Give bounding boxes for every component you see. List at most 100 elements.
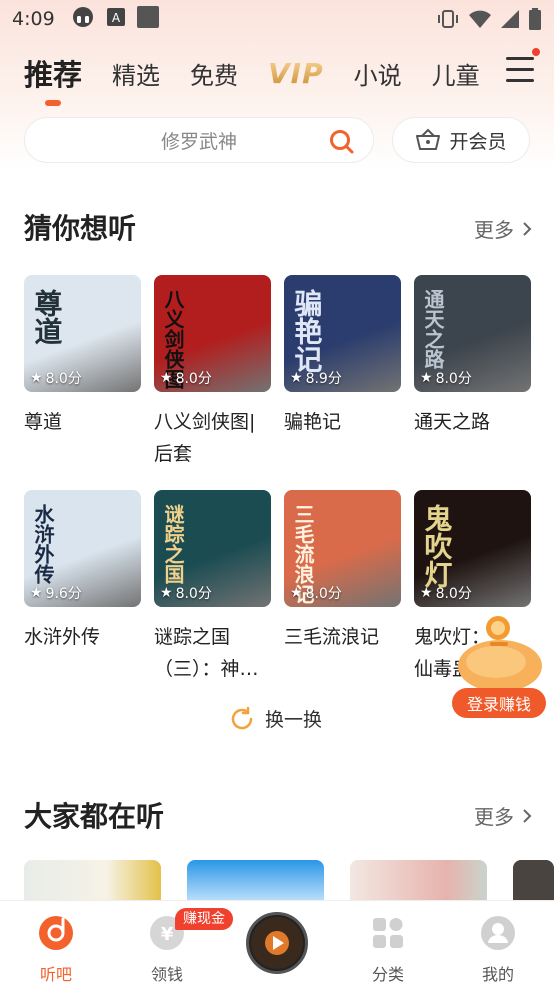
star-icon: ★ <box>30 585 43 601</box>
popular-book-cover-3[interactable] <box>350 860 487 902</box>
tab-children[interactable]: 儿童 <box>432 56 480 91</box>
headset-notification-icon <box>71 6 95 33</box>
star-icon: ★ <box>290 585 303 601</box>
refresh-icon <box>231 706 253 729</box>
popular-book-cover-2[interactable] <box>187 860 324 902</box>
book-title[interactable]: 谜踪之国 （三）：神… <box>154 621 271 685</box>
book-rating: ★ 8.0分 <box>290 583 342 603</box>
book-card[interactable]: 三毛流浪记 ★ 8.0分三毛流浪记 <box>284 490 401 653</box>
nav-listen[interactable]: 听吧 <box>16 915 96 984</box>
rating-value: 8.0分 <box>305 586 342 602</box>
more-label: 更多 <box>474 218 514 242</box>
book-rating: ★ 8.0分 <box>420 583 472 603</box>
book-cover[interactable]: 鬼吹灯 ★ 8.0分 <box>414 490 531 607</box>
tab-vip[interactable]: VIP <box>268 57 324 90</box>
chevron-right-icon <box>523 808 532 823</box>
book-cover[interactable]: 通天之路 ★ 8.0分 <box>414 275 531 392</box>
crown-basket-icon <box>416 128 441 150</box>
book-title[interactable]: 水浒外传 <box>24 621 141 653</box>
tab-novel[interactable]: 小说 <box>354 56 402 91</box>
book-title[interactable]: 八义剑侠图| 后套 <box>154 406 271 470</box>
rating-value: 8.0分 <box>435 371 472 387</box>
book-card[interactable]: 骗艳记 ★ 8.9分 骗艳记 <box>284 275 401 438</box>
more-link-popular[interactable]: 更多 <box>474 801 532 830</box>
book-title-line: 八义剑侠图| <box>154 411 256 433</box>
book-cover[interactable]: 水浒外传 ★ 9.6分 <box>24 490 141 607</box>
book-rating: ★ 8.0分 <box>160 583 212 603</box>
book-cover[interactable]: 骗艳记 ★ 8.9分 <box>284 275 401 392</box>
nav-listen-label: 听吧 <box>39 965 72 984</box>
search-input[interactable]: 修罗武神 <box>24 117 374 163</box>
book-cover[interactable]: 尊道 ★ 8.0分 <box>24 275 141 392</box>
book-title-line: 通天之路 <box>414 411 491 433</box>
book-cover[interactable]: 八义剑侠图 ★ 8.0分 <box>154 275 271 392</box>
battery-icon <box>529 8 541 30</box>
search-placeholder: 修罗武神 <box>160 130 237 153</box>
book-title-line: 骗艳记 <box>284 411 342 433</box>
book-title[interactable]: 骗艳记 <box>284 406 401 438</box>
rating-value: 8.0分 <box>45 371 82 387</box>
star-icon: ★ <box>30 370 43 386</box>
book-rating: ★ 8.9分 <box>290 368 342 388</box>
piggy-bank-icon <box>458 616 542 692</box>
star-icon: ★ <box>420 370 433 386</box>
profile-icon <box>481 916 515 950</box>
rating-value: 9.6分 <box>45 586 82 602</box>
rating-value: 8.0分 <box>175 586 212 602</box>
nav-mine-label: 我的 <box>481 965 514 984</box>
menu-notification-dot <box>532 48 540 56</box>
svg-text:A: A <box>112 11 121 25</box>
status-time: 4:09 <box>12 8 55 30</box>
category-grid-icon <box>373 918 403 948</box>
book-title-line: 谜踪之国 <box>154 626 231 648</box>
listen-disc-icon <box>39 916 73 950</box>
cover-art-text: 谜踪之国 <box>161 504 185 584</box>
cover-art-text: 通天之路 <box>421 289 445 369</box>
chevron-right-icon <box>523 221 532 236</box>
book-title-line: 水浒外传 <box>24 626 101 648</box>
book-card[interactable]: 水浒外传 ★ 9.6分水浒外传 <box>24 490 141 653</box>
book-title[interactable]: 尊道 <box>24 406 141 438</box>
book-card[interactable]: 八义剑侠图 ★ 8.0分八义剑侠图| 后套 <box>154 275 271 470</box>
book-rating: ★ 8.0分 <box>420 368 472 388</box>
book-cover[interactable]: 谜踪之国 ★ 8.0分 <box>154 490 271 607</box>
square-notification-icon <box>136 5 159 33</box>
book-title-line: 后套 <box>154 443 193 465</box>
open-vip-button[interactable]: 开会员 <box>392 117 530 163</box>
tab-free[interactable]: 免费 <box>190 56 238 91</box>
cover-art-text: 鬼吹灯 <box>420 504 454 588</box>
wifi-icon <box>469 10 491 28</box>
nav-mine[interactable]: 我的 <box>458 915 538 984</box>
swap-label: 换一换 <box>265 709 323 731</box>
menu-icon[interactable] <box>506 57 534 83</box>
popular-book-cover-4[interactable] <box>513 860 554 902</box>
status-right <box>436 8 542 30</box>
star-icon: ★ <box>290 370 303 386</box>
swap-button[interactable]: 换一换 <box>229 705 322 732</box>
nav-category[interactable]: 分类 <box>348 915 428 984</box>
tab-recommend[interactable]: 推荐 <box>24 52 82 106</box>
book-card[interactable]: 尊道 ★ 8.0分尊道 <box>24 275 141 438</box>
book-card[interactable]: 谜踪之国 ★ 8.0分 谜踪之国 （三）：神… <box>154 490 271 685</box>
book-rating: ★ 8.0分 <box>30 368 82 388</box>
popular-book-cover-1[interactable] <box>24 860 161 902</box>
book-title-line: （三）：神… <box>154 658 259 680</box>
more-label: 更多 <box>474 805 514 829</box>
book-cover[interactable]: 三毛流浪记 ★ 8.0分 <box>284 490 401 607</box>
tab-featured[interactable]: 精选 <box>112 56 160 91</box>
more-link-guess[interactable]: 更多 <box>474 214 532 243</box>
login-earn-pill[interactable]: 登录赚钱 <box>452 688 546 718</box>
cover-art-text: 骗艳记 <box>290 289 324 373</box>
open-vip-label: 开会员 <box>449 130 507 153</box>
book-title-line: 尊道 <box>24 411 63 433</box>
book-title[interactable]: 通天之路 <box>414 406 531 438</box>
book-title[interactable]: 三毛流浪记 <box>284 621 401 653</box>
now-playing-disc[interactable] <box>246 912 308 974</box>
nav-category-label: 分类 <box>371 965 404 984</box>
login-earn-float[interactable]: 登录赚钱 <box>450 614 550 720</box>
book-card[interactable]: 通天之路 ★ 8.0分 通天之路 <box>414 275 531 438</box>
play-icon <box>251 917 303 969</box>
rating-value: 8.0分 <box>435 586 472 602</box>
search-icon[interactable] <box>329 129 355 160</box>
earn-cash-badge: 赚现金 <box>175 908 233 930</box>
